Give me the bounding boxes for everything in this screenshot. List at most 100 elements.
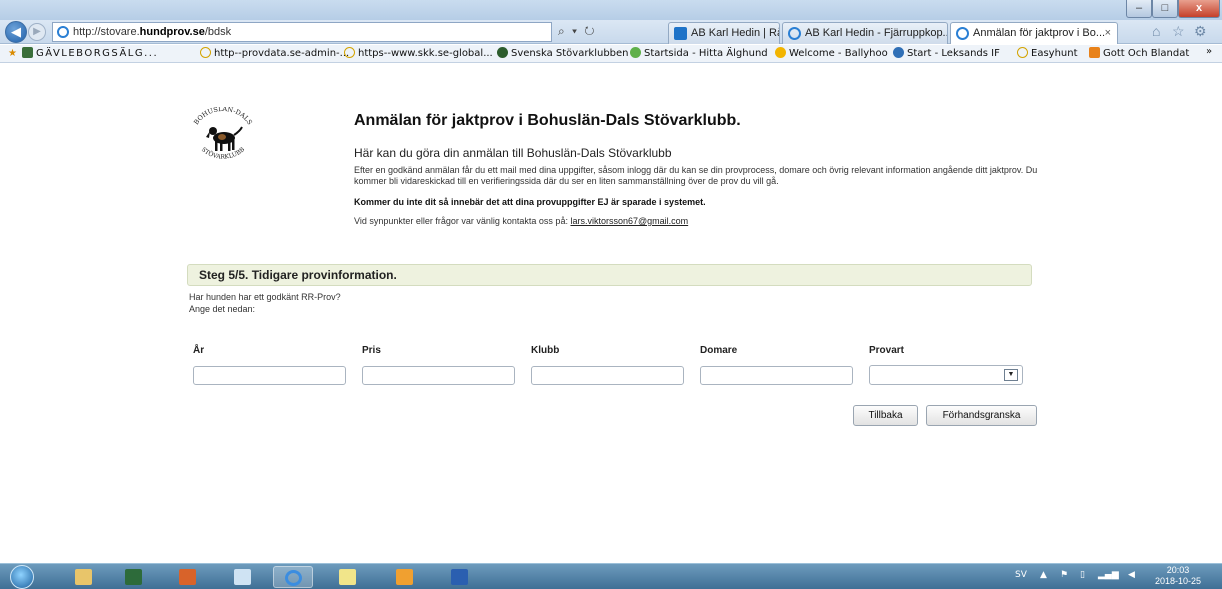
instruction-text: Ange det nedan: [189, 304, 256, 314]
favorite-link[interactable]: Start - Leksands IF [893, 47, 1000, 61]
address-controls[interactable]: ⌕ ▾ ↻ [558, 24, 597, 39]
taskbar-word[interactable] [440, 566, 480, 588]
flag-icon[interactable]: ⚑ [1060, 570, 1068, 580]
wifi-icon [234, 569, 251, 585]
show-hidden-icons-icon[interactable]: ▲ [1040, 570, 1047, 580]
page-icon [344, 47, 355, 58]
contact-line: Vid synpunkter eller frågor var vänlig k… [354, 216, 688, 226]
question-text: Har hunden har ett godkänt RR-Prov? [189, 292, 341, 302]
address-domain: hundprov.se [139, 26, 205, 38]
back-button[interactable]: ◀ [5, 21, 27, 43]
minimize-button[interactable]: – [1126, 0, 1152, 18]
volume-icon[interactable]: ◀ [1128, 570, 1135, 580]
ie-icon [285, 570, 302, 586]
favorite-link[interactable]: GÄVLEBORGSÄLG... [22, 47, 158, 61]
page-icon [1017, 47, 1028, 58]
contact-email-link[interactable]: lars.viktorsson67@gmail.com [570, 216, 688, 226]
year-label: År [193, 345, 205, 356]
favorites-bar: ★ GÄVLEBORGSÄLG... http--provdata.se-adm… [0, 45, 1222, 63]
chevron-down-icon[interactable]: ▼ [1004, 369, 1018, 381]
favorites-star-icon[interactable]: ☆ [1172, 23, 1185, 40]
warning-note: Kommer du inte dit så innebär det att di… [354, 197, 706, 207]
outlook-icon [396, 569, 413, 585]
notes-icon [339, 569, 356, 585]
close-tab-icon[interactable]: × [1105, 23, 1111, 43]
step-header: Steg 5/5. Tidigare provinformation. [187, 264, 1032, 286]
site-favicon-icon [497, 47, 508, 58]
site-favicon-icon [630, 47, 641, 58]
taskbar-app-chart[interactable] [114, 566, 154, 588]
folder-icon [75, 569, 92, 585]
preview-button[interactable]: Förhandsgranska [926, 405, 1037, 426]
language-indicator[interactable]: SV [1015, 570, 1027, 580]
test-type-label: Provart [869, 345, 905, 356]
favorite-link[interactable]: https--www.skk.se-global... [344, 47, 493, 61]
intro-paragraph: Efter en godkänd anmälan får du ett mail… [354, 165, 1038, 186]
taskbar-media[interactable] [168, 566, 208, 588]
price-input[interactable] [362, 366, 515, 385]
site-favicon-icon [893, 47, 904, 58]
svg-text:STÖVARKLUBB: STÖVARKLUBB [200, 146, 247, 161]
favorite-link[interactable]: http--provdata.se-admin-... [200, 47, 349, 61]
hound-icon [206, 126, 243, 151]
club-logo: BOHUSLÄN-DALS STÖVARKLUBB [192, 107, 254, 161]
logo-bottom-text: STÖVARKLUBB [200, 146, 247, 161]
maximize-button[interactable]: □ [1152, 0, 1178, 18]
page-subtitle: Här kan du göra din anmälan till Bohuslä… [354, 146, 672, 160]
chart-icon [125, 569, 142, 585]
site-favicon-icon [1089, 47, 1100, 58]
site-favicon-icon [22, 47, 33, 58]
taskbar-explorer[interactable] [64, 566, 104, 588]
tab-label: AB Karl Hedin - Fjärruppkop... [805, 27, 948, 39]
navigation-bar: ◀ ▶ http://stovare.hundprov.se/bdsk ⌕ ▾ … [0, 20, 1222, 44]
settings-gear-icon[interactable]: ⚙ [1194, 23, 1207, 40]
battery-icon[interactable]: ▯ [1080, 570, 1085, 580]
taskbar-outlook[interactable] [385, 566, 425, 588]
sun-icon [775, 47, 786, 58]
judge-input[interactable] [700, 366, 853, 385]
taskbar-sticky-notes[interactable] [328, 566, 368, 588]
year-input[interactable] [193, 366, 346, 385]
favorite-link[interactable]: Welcome - Ballyhoo [775, 47, 888, 61]
tab-anmalan-jaktprov[interactable]: Anmälan för jaktprov i Bo... × [950, 22, 1118, 44]
favorite-link[interactable]: Startsida - Hitta Älghund [630, 47, 768, 61]
tab-label: AB Karl Hedin | Råvara [691, 27, 779, 39]
club-input[interactable] [531, 366, 684, 385]
page-title: Anmälan för jaktprov i Bohuslän-Dals Stö… [354, 112, 741, 129]
favorite-link[interactable]: Easyhunt [1017, 47, 1078, 61]
taskbar-network[interactable] [223, 566, 263, 588]
svg-text:BOHUSLÄN-DALS: BOHUSLÄN-DALS [192, 107, 254, 126]
judge-label: Domare [700, 345, 738, 356]
start-button[interactable] [10, 565, 34, 589]
signal-icon[interactable]: ▂▄▆ [1098, 570, 1119, 580]
logo-top-text: BOHUSLÄN-DALS [192, 107, 254, 126]
clock-time: 20:03 [1166, 565, 1190, 575]
back-button-form[interactable]: Tillbaka [853, 405, 918, 426]
tab-label: Anmälan för jaktprov i Bo... [973, 27, 1106, 39]
club-label: Klubb [531, 345, 560, 356]
home-icon[interactable]: ⌂ [1152, 23, 1160, 39]
address-prefix: http://stovare. [73, 26, 140, 38]
clock-date: 2018-10-25 [1154, 576, 1202, 586]
taskbar-internet-explorer[interactable] [273, 566, 313, 588]
favorites-overflow-chevron-icon[interactable]: » [1206, 45, 1212, 59]
close-window-button[interactable]: x [1178, 0, 1220, 18]
ie-tab-icon [788, 27, 801, 40]
address-bar[interactable]: http://stovare.hundprov.se/bdsk [52, 22, 552, 42]
site-favicon-icon [674, 27, 687, 40]
contact-text: Vid synpunkter eller frågor var vänlig k… [354, 216, 568, 226]
add-favorite-star-icon[interactable]: ★ [8, 47, 17, 61]
ie-page-icon [57, 26, 69, 38]
test-type-select[interactable]: ▼ [869, 365, 1023, 385]
favorite-link[interactable]: Gott Och Blandat [1089, 47, 1189, 61]
tab-karl-hedin-ravara[interactable]: AB Karl Hedin | Råvara [668, 22, 780, 44]
forward-button[interactable]: ▶ [28, 23, 46, 41]
address-path: /bdsk [204, 26, 232, 38]
media-player-icon [179, 569, 196, 585]
tab-karl-hedin-fjarruppkop[interactable]: AB Karl Hedin - Fjärruppkop... [782, 22, 948, 44]
windows-taskbar: SV ▲ ⚑ ▯ ▂▄▆ ◀ 20:03 2018-10-25 [0, 563, 1222, 589]
word-icon [451, 569, 468, 585]
price-label: Pris [362, 345, 381, 356]
favorite-link[interactable]: Svenska Stövarklubben [497, 47, 629, 61]
system-clock[interactable]: 20:03 2018-10-25 [1150, 565, 1206, 587]
